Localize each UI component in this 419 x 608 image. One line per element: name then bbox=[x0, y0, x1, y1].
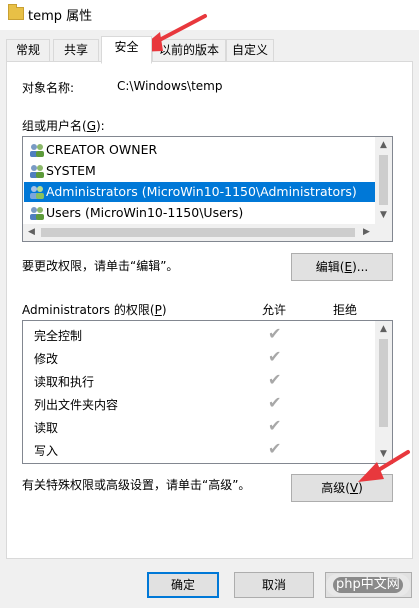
group-name: Administrators (MicroWin10-1150\Administ… bbox=[46, 184, 357, 199]
permission-name: 写入 bbox=[34, 444, 59, 458]
tab-customize[interactable]: 自定义 bbox=[226, 39, 274, 61]
check-icon: ✔ bbox=[268, 324, 282, 343]
group-name: SYSTEM bbox=[46, 163, 96, 178]
permissions-label: Administrators 的权限(P) bbox=[22, 303, 167, 317]
watermark-text: php中文网 bbox=[333, 577, 403, 593]
groups-vscrollbar[interactable]: ▲ ▼ bbox=[375, 137, 392, 224]
permission-name: 读取和执行 bbox=[34, 375, 95, 389]
users-icon bbox=[30, 144, 44, 157]
scroll-thumb[interactable] bbox=[41, 228, 355, 237]
scroll-left-icon[interactable]: ◀ bbox=[23, 224, 40, 241]
window-title: temp 属性 bbox=[28, 9, 93, 24]
scroll-thumb[interactable] bbox=[379, 339, 388, 427]
users-icon bbox=[30, 186, 44, 199]
check-icon: ✔ bbox=[268, 370, 282, 389]
check-icon: ✔ bbox=[268, 393, 282, 412]
permissions-list[interactable]: 完全控制 ✔ 修改 ✔ 读取和执行 ✔ 列出文件夹内容 ✔ 读取 ✔ 写入 ✔ … bbox=[22, 320, 393, 464]
users-icon bbox=[30, 207, 44, 220]
tab-sharing[interactable]: 共享 bbox=[53, 39, 99, 61]
groups-hscrollbar[interactable]: ◀ ▶ bbox=[23, 224, 392, 241]
allow-header: 允许 bbox=[262, 303, 287, 317]
deny-header: 拒绝 bbox=[333, 303, 358, 317]
permission-name: 列出文件夹内容 bbox=[34, 398, 119, 412]
cancel-button[interactable]: 取消 bbox=[234, 572, 314, 598]
edit-hint: 要更改权限，请单击“编辑”。 bbox=[22, 259, 179, 273]
scroll-up-icon[interactable]: ▲ bbox=[375, 137, 392, 154]
list-item[interactable]: Administrators (MicroWin10-1150\Administ… bbox=[24, 182, 375, 202]
advanced-hint: 有关特殊权限或高级设置，请单击“高级”。 bbox=[22, 478, 251, 492]
list-item[interactable]: Users (MicroWin10-1150\Users) bbox=[24, 203, 375, 223]
folder-icon bbox=[8, 4, 24, 20]
advanced-button[interactable]: 高级(V) bbox=[291, 474, 393, 502]
group-name: CREATOR OWNER bbox=[46, 142, 158, 157]
scroll-right-icon[interactable]: ▶ bbox=[358, 224, 375, 241]
tab-general[interactable]: 常规 bbox=[6, 39, 50, 61]
check-icon: ✔ bbox=[268, 347, 282, 366]
permission-name: 读取 bbox=[34, 421, 59, 435]
ok-button[interactable]: 确定 bbox=[147, 572, 219, 598]
group-name: Users (MicroWin10-1150\Users) bbox=[46, 205, 244, 220]
list-item[interactable]: CREATOR OWNER bbox=[24, 140, 375, 160]
check-icon: ✔ bbox=[268, 439, 282, 458]
check-icon: ✔ bbox=[268, 416, 282, 435]
scroll-up-icon[interactable]: ▲ bbox=[375, 321, 392, 338]
tab-previous-versions[interactable]: 以前的版本 bbox=[152, 39, 226, 61]
tab-security[interactable]: 安全 bbox=[101, 36, 152, 64]
users-icon bbox=[30, 165, 44, 178]
scroll-thumb[interactable] bbox=[379, 155, 388, 205]
scroll-down-icon[interactable]: ▼ bbox=[375, 446, 392, 463]
object-name-label: 对象名称: bbox=[22, 81, 75, 95]
groups-label: 组或用户名(G): bbox=[22, 119, 105, 133]
object-name-value: C:\Windows\temp bbox=[117, 79, 223, 93]
permission-name: 完全控制 bbox=[34, 329, 83, 343]
permission-name: 修改 bbox=[34, 352, 59, 366]
permissions-vscrollbar[interactable]: ▲ ▼ bbox=[375, 321, 392, 463]
edit-button[interactable]: 编辑(E)... bbox=[291, 253, 393, 281]
groups-listbox[interactable]: CREATOR OWNER SYSTEM Administrators (Mic… bbox=[22, 136, 393, 242]
list-item[interactable]: SYSTEM bbox=[24, 161, 375, 181]
scroll-down-icon[interactable]: ▼ bbox=[375, 207, 392, 224]
